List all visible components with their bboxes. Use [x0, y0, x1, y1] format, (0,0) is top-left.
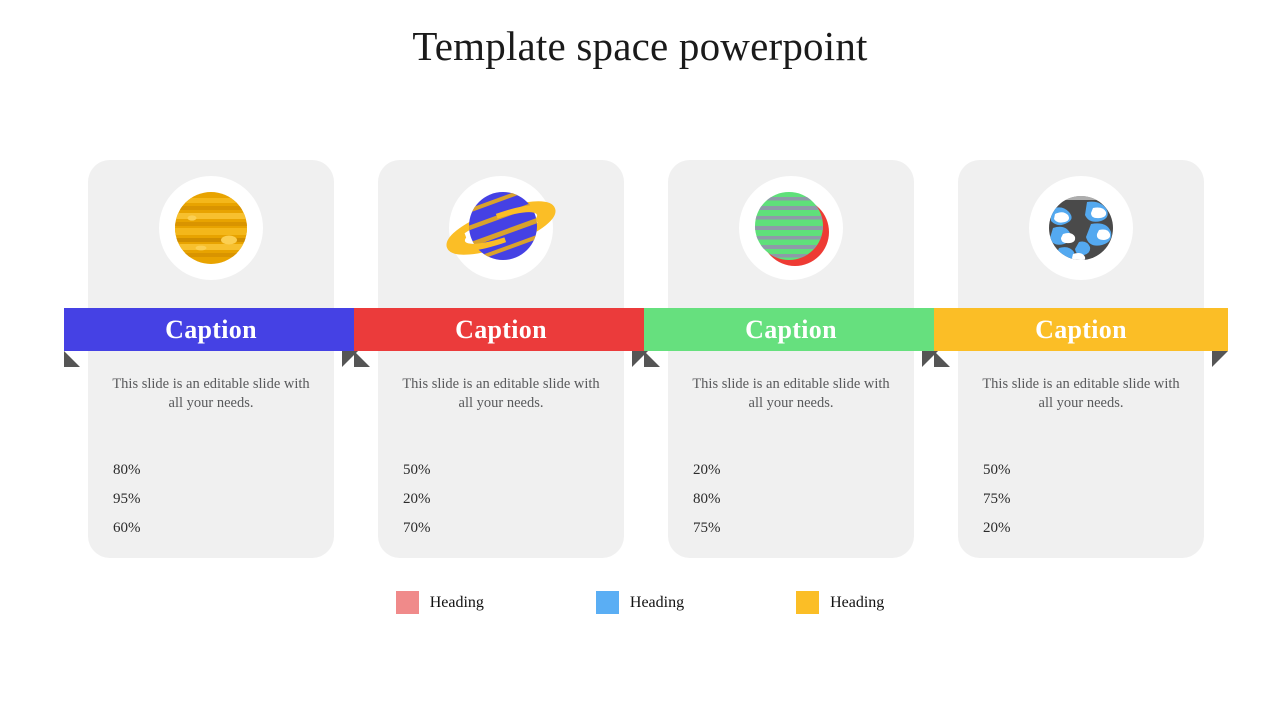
bar-row: 75% — [693, 520, 898, 536]
card-1[interactable]: Caption This slide is an editable slide … — [64, 160, 358, 558]
bar-chart-3: 20% 80% 75% — [693, 462, 898, 549]
bar-row: 95% — [113, 491, 318, 507]
bar-value-label: 70% — [403, 519, 431, 536]
caption-ribbon-1: Caption — [64, 308, 358, 367]
card-description: This slide is an editable slide with all… — [402, 376, 600, 411]
legend-label: Heading — [830, 593, 885, 611]
ribbon-fold-left — [354, 351, 370, 367]
caption-ribbon-3: Caption — [644, 308, 938, 367]
caption-ribbon-4: Caption — [934, 308, 1228, 367]
bar-value-label: 50% — [983, 461, 1011, 478]
card-2[interactable]: Caption This slide is an editable slide … — [354, 160, 648, 558]
bar-row: 80% — [693, 491, 898, 507]
legend-swatch-icon — [796, 591, 820, 614]
bar-value-label: 80% — [113, 461, 141, 478]
bar-track — [733, 520, 898, 536]
ribbon-band: Caption — [644, 308, 938, 351]
legend-swatch-icon — [395, 591, 419, 614]
ribbon-fold-left — [644, 351, 660, 367]
card-description: This slide is an editable slide with all… — [982, 376, 1180, 411]
cards-row: Caption This slide is an editable slide … — [64, 160, 1228, 558]
ribbon-band: Caption — [934, 308, 1228, 351]
legend-item[interactable]: Heading — [796, 591, 884, 614]
bar-value-label: 20% — [983, 519, 1011, 536]
bar-chart-2: 50% 20% 70% — [403, 462, 608, 549]
card-description: This slide is an editable slide with all… — [692, 376, 890, 411]
planet-saturn-icon — [446, 176, 556, 280]
bar-value-label: 60% — [113, 519, 141, 536]
bar-row: 80% — [113, 462, 318, 478]
caption-ribbon-2: Caption — [354, 308, 648, 367]
bar-value-label: 20% — [403, 490, 431, 507]
caption-label: Caption — [745, 314, 837, 344]
bar-row: 50% — [983, 462, 1188, 478]
bar-track — [733, 462, 898, 478]
bar-track — [443, 520, 608, 536]
ribbon-band: Caption — [64, 308, 358, 351]
bar-value-label: 95% — [113, 490, 141, 507]
legend-item[interactable]: Heading — [595, 591, 685, 614]
bar-row: 50% — [403, 462, 608, 478]
chart-legend: Heading Heading Heading — [0, 591, 1280, 614]
caption-label: Caption — [1035, 314, 1127, 344]
legend-label: Heading — [629, 593, 685, 611]
card-description: This slide is an editable slide with all… — [112, 376, 310, 411]
bar-row: 75% — [983, 491, 1188, 507]
caption-label: Caption — [165, 314, 257, 344]
legend-label: Heading — [429, 593, 484, 611]
bar-track — [1023, 462, 1188, 478]
bar-chart-1: 80% 95% 60% — [113, 462, 318, 549]
bar-track — [733, 491, 898, 507]
bar-track — [153, 520, 318, 536]
bar-value-label: 20% — [693, 461, 721, 478]
ribbon-fold-right — [1212, 351, 1228, 367]
caption-label: Caption — [455, 314, 547, 344]
bar-chart-4: 50% 75% 20% — [983, 462, 1188, 549]
card-3[interactable]: Caption This slide is an editable slide … — [644, 160, 938, 558]
ribbon-fold-left — [934, 351, 950, 367]
bar-row: 20% — [983, 520, 1188, 536]
bar-row: 60% — [113, 520, 318, 536]
bar-track — [153, 462, 318, 478]
bar-value-label: 50% — [403, 461, 431, 478]
planet-earth-icon — [1029, 176, 1133, 280]
card-4[interactable]: Caption This slide is an editable slide … — [934, 160, 1228, 558]
bar-value-label: 75% — [983, 490, 1011, 507]
bar-row: 20% — [403, 491, 608, 507]
legend-swatch-icon — [595, 591, 619, 614]
ribbon-band: Caption — [354, 308, 648, 351]
bar-track — [443, 491, 608, 507]
planet-green-striped-icon — [739, 176, 843, 280]
legend-item[interactable]: Heading — [395, 591, 484, 614]
page-title: Template space powerpoint — [412, 23, 868, 69]
bar-value-label: 75% — [693, 519, 721, 536]
ribbon-fold-left — [64, 351, 80, 367]
bar-track — [153, 491, 318, 507]
bar-row: 70% — [403, 520, 608, 536]
bar-track — [1023, 491, 1188, 507]
planet-jupiter-icon — [159, 176, 263, 280]
bar-row: 20% — [693, 462, 898, 478]
bar-value-label: 80% — [693, 490, 721, 507]
bar-track — [443, 462, 608, 478]
bar-track — [1023, 520, 1188, 536]
